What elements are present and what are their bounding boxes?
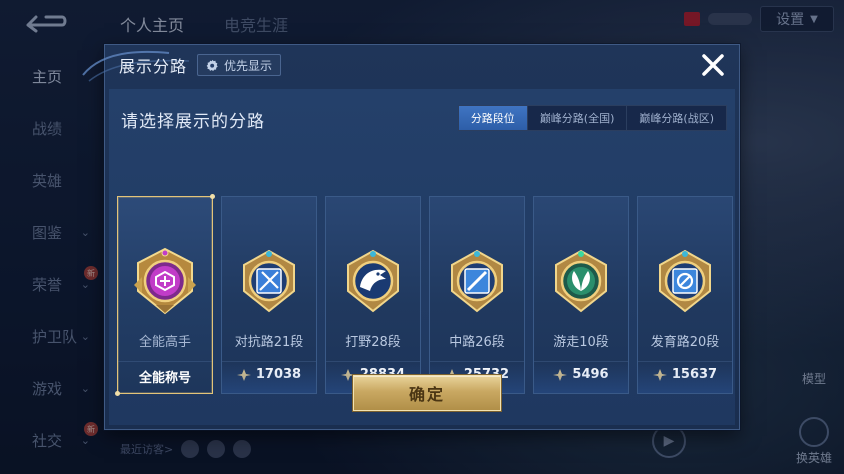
lane-card-title: 全能高手 xyxy=(138,335,191,350)
card-divider xyxy=(430,361,524,362)
allround-emblem-icon xyxy=(134,247,196,315)
farm-lane-emblem-icon xyxy=(659,249,711,313)
card-divider xyxy=(118,361,212,362)
gear-icon xyxy=(206,59,218,71)
lane-card-title: 游走10段 xyxy=(553,335,609,350)
clash-lane-emblem-icon xyxy=(243,249,295,313)
lane-card-title: 对抗路21段 xyxy=(234,335,304,350)
lane-card-stat-value: 全能称号 xyxy=(138,371,191,386)
lane-card-farm-lane[interactable]: 发育路20段 15637 xyxy=(637,196,733,394)
tab-lane-rank[interactable]: 分路段位 xyxy=(458,106,528,130)
lane-card-title: 中路26段 xyxy=(449,335,505,350)
card-glow xyxy=(534,363,628,393)
tab-peak-lane-region[interactable]: 巅峰分路(战区) xyxy=(627,106,726,130)
card-divider xyxy=(222,361,316,362)
card-divider xyxy=(326,361,420,362)
lane-card-stat: 全能称号 xyxy=(118,367,212,386)
select-lane-prompt: 请选择展示的分路 xyxy=(121,112,265,132)
dialog-body: 请选择展示的分路 分路段位 巅峰分路(全国) 巅峰分路(战区) 全能高手 全能称… xyxy=(109,89,735,425)
close-button[interactable] xyxy=(699,51,727,79)
card-glow xyxy=(638,363,732,393)
mid-lane-emblem-icon xyxy=(451,249,503,313)
dialog-header: 展示分路 优先显示 xyxy=(105,45,739,85)
lane-card-list: 全能高手 全能称号 对抗路21段 打野28段 中路26段 游走10段 发育路20… xyxy=(115,194,733,396)
lane-card-title: 发育路20段 xyxy=(650,335,720,350)
close-icon xyxy=(702,54,724,76)
priority-display-button[interactable]: 优先显示 xyxy=(197,54,282,76)
priority-display-label: 优先显示 xyxy=(224,58,273,73)
jungle-emblem-icon xyxy=(347,249,399,313)
lane-card-mid-lane[interactable]: 中路26段 25732 xyxy=(429,196,525,394)
lane-display-dialog: 展示分路 优先显示 请选择展示的分路 分路段位 巅峰分路(全国) 巅峰分路(战区… xyxy=(82,44,740,430)
lane-card-jungle[interactable]: 打野28段 28834 xyxy=(325,196,421,394)
tab-peak-lane-national[interactable]: 巅峰分路(全国) xyxy=(527,106,628,130)
selection-corner-marker xyxy=(115,391,120,396)
card-divider xyxy=(638,361,732,362)
lane-card-allround[interactable]: 全能高手 全能称号 xyxy=(115,194,215,396)
lane-card-roam[interactable]: 游走10段 5496 xyxy=(533,196,629,394)
lane-type-segmented-control: 分路段位 巅峰分路(全国) 巅峰分路(战区) xyxy=(457,105,727,131)
roam-emblem-icon xyxy=(555,249,607,313)
lane-card-title: 打野28段 xyxy=(345,335,401,350)
card-glow xyxy=(222,363,316,393)
selection-corner-marker xyxy=(210,194,215,199)
confirm-button[interactable]: 确定 xyxy=(353,375,501,411)
lane-card-clash-lane[interactable]: 对抗路21段 17038 xyxy=(221,196,317,394)
dialog-title: 展示分路 xyxy=(119,57,188,76)
card-divider xyxy=(534,361,628,362)
